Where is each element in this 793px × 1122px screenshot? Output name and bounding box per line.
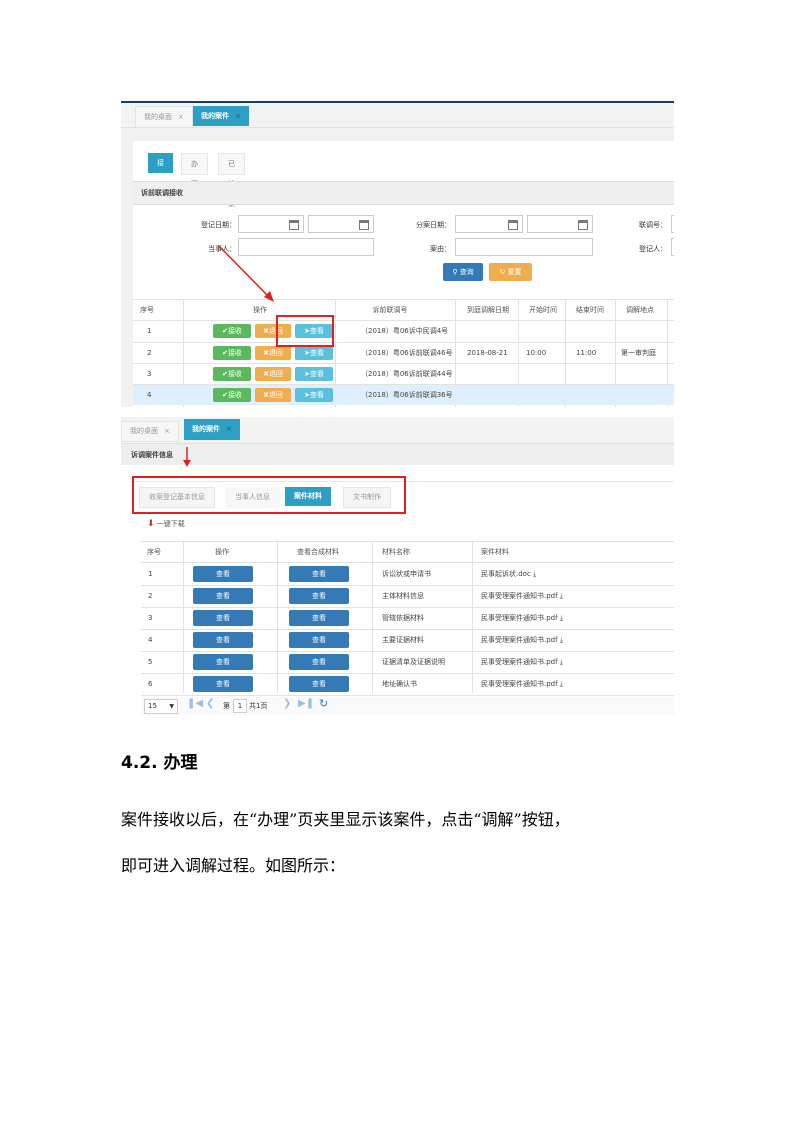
table-row: 5 查看 查看 证据清单及证据说明 民事受理案件通知书.pdf ⤓ xyxy=(121,652,674,673)
view-composite-button[interactable]: 查看 xyxy=(289,566,349,582)
view-composite-button[interactable]: 查看 xyxy=(289,588,349,604)
material-name: 主要证据材料 xyxy=(382,636,424,644)
next-page-icon[interactable]: ❯ xyxy=(283,698,291,709)
material-name: 主体材料信息 xyxy=(382,592,424,600)
page-prefix: 第 xyxy=(223,702,230,710)
file-name: 民事受理案件通知书.pdf xyxy=(481,614,558,622)
download-icon[interactable]: ⤓ xyxy=(560,592,563,600)
file-name: 民事起诉状.doc xyxy=(481,570,531,578)
table-row: 6 查看 查看 地址确认书 民事受理案件通知书.pdf ⤓ xyxy=(121,674,674,695)
view-button[interactable]: 查看 xyxy=(193,588,253,604)
view-composite-button[interactable]: 查看 xyxy=(289,610,349,626)
table-top-border xyxy=(141,541,674,542)
view-button[interactable]: 查看 xyxy=(193,632,253,648)
view-button[interactable]: 查看 xyxy=(193,676,253,692)
view-button[interactable]: 查看 xyxy=(193,654,253,670)
table-header-border xyxy=(141,562,674,563)
col-actions: 操作 xyxy=(215,548,229,556)
material-file-link[interactable]: 民事受理案件通知书.pdf ⤓ xyxy=(481,652,563,673)
file-name: 民事受理案件通知书.pdf xyxy=(481,680,558,688)
view-composite-button[interactable]: 查看 xyxy=(289,632,349,648)
view-composite-button[interactable]: 查看 xyxy=(289,654,349,670)
view-button[interactable]: 查看 xyxy=(193,566,253,582)
page-number-input[interactable]: 1 xyxy=(233,699,247,713)
case-materials-screenshot: 我的桌面 × 我的案件 × 诉调案件信息 收案登记基本信息 当事人信息 案件材料 文… xyxy=(121,417,674,716)
receive-screenshot: 我的桌面× 我的案件× 接收 办理 已结案 诉前联调接收 登记日期： 分案日期：… xyxy=(121,101,674,407)
download-all-button[interactable]: ⬇ 一键下载 xyxy=(147,519,185,529)
download-icon[interactable]: ⤓ xyxy=(560,680,563,688)
file-name: 民事受理案件通知书.pdf xyxy=(481,592,558,600)
paragraph-line: 案件接收以后，在“办理”页夹里显示该案件，点击“调解”按钮， xyxy=(121,810,570,829)
download-icon[interactable]: ⤓ xyxy=(560,658,563,666)
table-row: 1 查看 查看 诉讼状或申请书 民事起诉状.doc ⤓ xyxy=(121,564,674,585)
material-name: 证据清单及证据说明 xyxy=(382,658,445,666)
view-composite-button[interactable]: 查看 xyxy=(289,676,349,692)
material-file-link[interactable]: 民事受理案件通知书.pdf ⤓ xyxy=(481,586,563,607)
last-page-icon[interactable]: ▶❚ xyxy=(298,698,314,709)
page-size-select[interactable]: 15 ▼ xyxy=(144,699,178,714)
annotation-arrow xyxy=(218,245,274,302)
download-all-label: 一键下载 xyxy=(156,520,185,528)
row-no: 5 xyxy=(148,658,153,666)
material-file-link[interactable]: 民事受理案件通知书.pdf ⤓ xyxy=(481,608,563,629)
row-no: 6 xyxy=(148,680,153,688)
pagination-bar: 15 ▼ ❚◀ ❮ 第 1 共1页 ❯ ▶❚ ↻ xyxy=(141,697,674,715)
col-case-material: 案件材料 xyxy=(481,548,509,556)
col-material-name: 材料名称 xyxy=(382,548,410,556)
col-no: 序号 xyxy=(147,548,161,556)
first-page-icon[interactable]: ❚◀ xyxy=(187,698,203,709)
col-composite-materials: 查看合成材料 xyxy=(297,548,339,556)
paragraph-line: 即可进入调解过程。如图所示： xyxy=(121,856,346,875)
row-no: 1 xyxy=(148,570,153,578)
download-icon[interactable]: ⤓ xyxy=(560,614,563,622)
material-name: 管辖依据材料 xyxy=(382,614,424,622)
download-icon[interactable]: ⤓ xyxy=(533,570,536,578)
row-no: 2 xyxy=(148,592,153,600)
file-name: 民事受理案件通知书.pdf xyxy=(481,636,558,644)
material-file-link[interactable]: 民事起诉状.doc ⤓ xyxy=(481,564,536,585)
pager-top-border xyxy=(141,695,674,696)
row-no: 4 xyxy=(148,636,153,644)
material-file-link[interactable]: 民事受理案件通知书.pdf ⤓ xyxy=(481,630,563,651)
download-icon[interactable]: ⤓ xyxy=(560,636,563,644)
refresh-icon[interactable]: ↻ xyxy=(319,697,328,710)
view-button[interactable]: 查看 xyxy=(193,610,253,626)
table-row: 2 查看 查看 主体材料信息 民事受理案件通知书.pdf ⤓ xyxy=(121,586,674,607)
page-total: 共1页 xyxy=(249,702,268,710)
table-row: 3 查看 查看 管辖依据材料 民事受理案件通知书.pdf ⤓ xyxy=(121,608,674,629)
table-row: 4 查看 查看 主要证据材料 民事受理案件通知书.pdf ⤓ xyxy=(121,630,674,651)
page-size-value: 15 xyxy=(148,702,157,710)
material-name: 地址确认书 xyxy=(382,680,417,688)
file-name: 民事受理案件通知书.pdf xyxy=(481,658,558,666)
material-name: 诉讼状或申请书 xyxy=(382,570,431,578)
chevron-down-icon: ▼ xyxy=(169,703,174,710)
material-file-link[interactable]: 民事受理案件通知书.pdf ⤓ xyxy=(481,674,563,695)
row-no: 3 xyxy=(148,614,153,622)
section-heading: 4.2. 办理 xyxy=(121,753,198,773)
download-icon: ⬇ xyxy=(147,519,155,529)
prev-page-icon[interactable]: ❮ xyxy=(206,698,214,709)
